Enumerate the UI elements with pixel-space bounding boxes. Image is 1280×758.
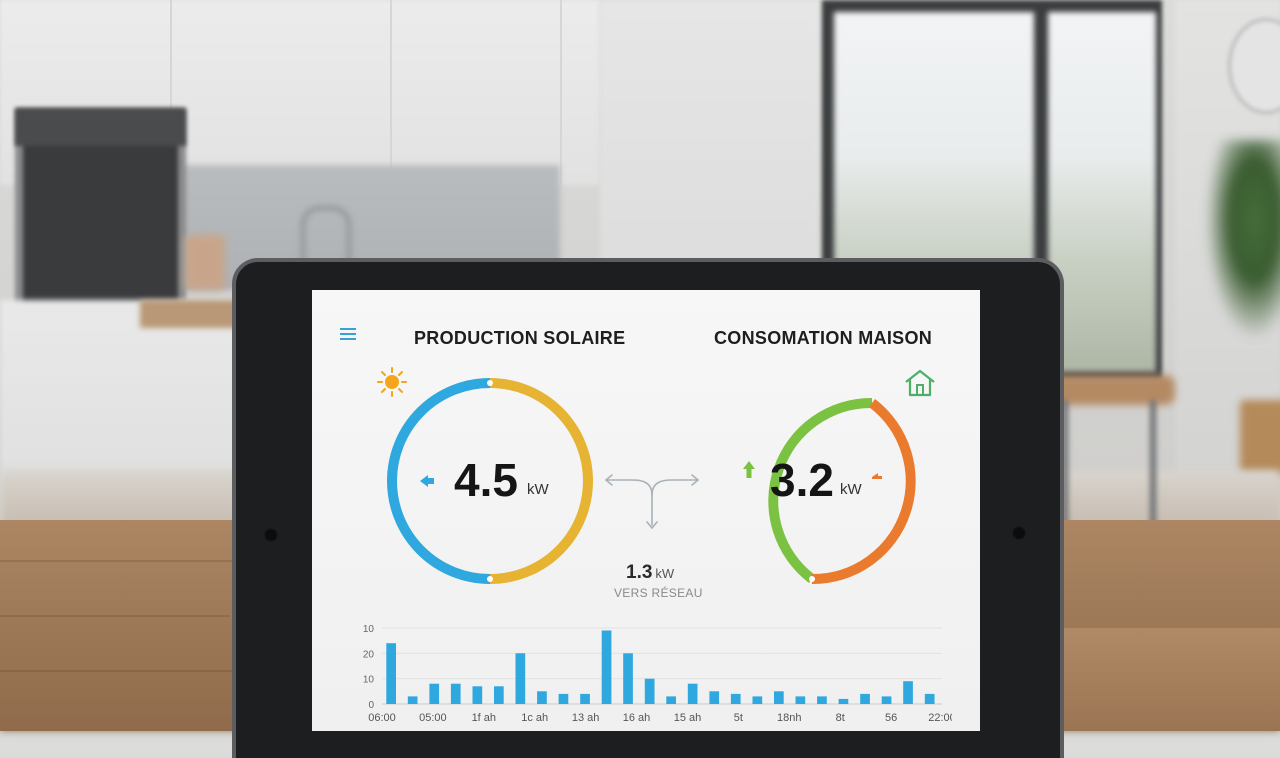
- arrow-left-icon: [420, 475, 434, 487]
- grid-export-label: VERS RÉSEAU: [614, 586, 703, 600]
- arrow-right-icon: [872, 473, 882, 479]
- faucet: [300, 205, 352, 266]
- x-tick-label: 16 ah: [623, 712, 651, 724]
- wood-grain: [0, 670, 240, 672]
- chart-bar: [795, 696, 806, 704]
- x-tick-label: 1c ah: [521, 712, 548, 724]
- dashboard-screen: PRODUCTION SOLAIRE CONSOMATION MAISON 4.…: [312, 290, 980, 731]
- chart-bar: [881, 696, 892, 704]
- camera-lens: [264, 528, 278, 542]
- consumption-value: 3.2: [770, 454, 834, 506]
- chart-bar: [558, 693, 569, 704]
- production-gauge: 4.5 kW: [384, 375, 596, 587]
- wood-grain: [0, 560, 240, 562]
- house-plant: [1205, 140, 1280, 340]
- chart-bar: [903, 681, 913, 704]
- consumption-unit: kW: [840, 481, 862, 498]
- x-tick-label: 13 ah: [572, 712, 600, 724]
- grid-export-value: 1.3 kW: [626, 562, 675, 583]
- y-tick-label: 0: [368, 700, 374, 711]
- cabinet-seam: [390, 0, 392, 185]
- arrow-up-icon: [743, 461, 755, 478]
- chart-bar: [924, 693, 935, 704]
- window-pane: [1048, 12, 1156, 372]
- chart-bar: [730, 693, 741, 704]
- x-tick-label: 05:00: [419, 712, 447, 724]
- x-tick-label: 8t: [836, 712, 845, 724]
- energy-flow-arrows: [604, 474, 700, 530]
- x-tick-label: 1f ah: [472, 712, 496, 724]
- chart-bar: [494, 686, 504, 704]
- chart-bar: [644, 678, 655, 704]
- x-tick-label: 22:00: [928, 712, 952, 724]
- chart-bar: [450, 683, 461, 704]
- chart-bar: [666, 696, 676, 704]
- menu-icon[interactable]: [340, 328, 356, 340]
- production-value: 4.5: [454, 454, 518, 506]
- consumption-gauge: 3.2 kW: [706, 375, 918, 587]
- chart-bar: [386, 643, 396, 704]
- camera-lens: [1012, 526, 1026, 540]
- chart-bar: [752, 696, 763, 704]
- production-history-chart: 0 10 20 10 06:00 05:00 1f ah 1c ah 13 ah 16 ah 15 …: [352, 620, 956, 731]
- wooden-table-edge: [1060, 628, 1280, 731]
- x-tick-label: 5t: [734, 712, 743, 724]
- chart-bar: [580, 693, 590, 704]
- chart-bar: [472, 686, 483, 704]
- chart-bar: [429, 683, 440, 704]
- chart-bar: [817, 696, 827, 704]
- y-tick-label: 20: [363, 649, 375, 660]
- planter: [1240, 400, 1280, 475]
- chart-bar: [687, 683, 698, 704]
- x-tick-label: 56: [885, 712, 897, 724]
- y-tick-label: 10: [363, 624, 375, 635]
- x-tick-label: 06:00: [368, 712, 396, 724]
- wood-grain: [0, 615, 230, 617]
- chart-bar: [774, 691, 784, 704]
- chart-bar: [515, 653, 526, 704]
- chart-bar: [860, 693, 870, 704]
- cabinet-seam: [560, 0, 562, 185]
- chart-bar: [537, 691, 547, 704]
- chart-bar: [709, 691, 720, 704]
- consumption-title: CONSOMATION MAISON: [714, 328, 933, 348]
- chart-bar: [601, 630, 612, 704]
- oven-control-panel: [15, 108, 186, 146]
- chart-bar: [623, 653, 633, 704]
- jar: [185, 235, 225, 290]
- x-tick-label: 15 ah: [674, 712, 702, 724]
- wall-pillar: [600, 0, 820, 270]
- y-tick-label: 10: [363, 675, 375, 686]
- production-title: PRODUCTION SOLAIRE: [414, 328, 626, 348]
- x-tick-label: 18nh: [777, 712, 801, 724]
- chart-bar: [838, 698, 849, 704]
- chart-bar: [407, 696, 418, 704]
- production-unit: kW: [527, 481, 549, 498]
